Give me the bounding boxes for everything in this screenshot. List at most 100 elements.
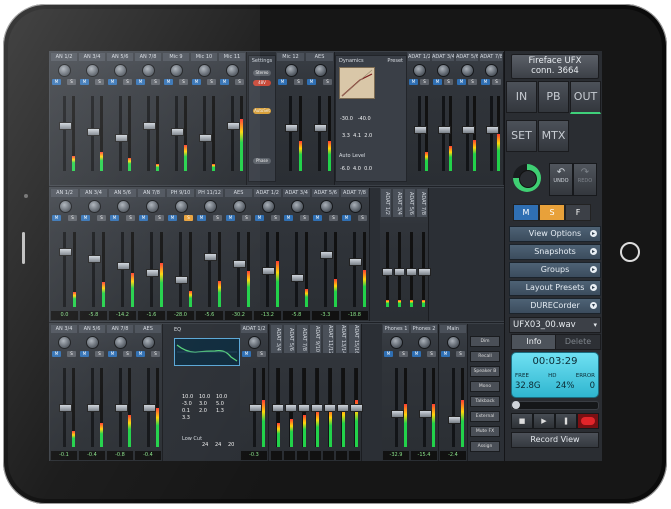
stereo-button[interactable]: Stereo (253, 70, 271, 76)
mute-button[interactable]: M (81, 215, 90, 221)
gain-knob[interactable] (58, 64, 71, 77)
monitor-button[interactable]: External (470, 411, 500, 422)
solo-button[interactable]: S (399, 351, 408, 357)
channel-strip[interactable]: AN 3/4 M S (78, 52, 107, 185)
monitor-button[interactable]: Talkback (470, 396, 500, 407)
solo-button[interactable]: S (155, 215, 164, 221)
position-slider[interactable] (511, 401, 599, 410)
autoset-button[interactable]: AutoSet (253, 108, 271, 114)
fader-handle[interactable] (175, 276, 189, 284)
channel-strip[interactable]: ADAT 7/8 M S (479, 52, 504, 185)
fader-handle[interactable] (438, 126, 452, 134)
gain-knob[interactable] (261, 200, 275, 213)
solo-button[interactable]: S (420, 79, 429, 85)
channel-strip[interactable]: AN 5/6 M S (106, 52, 135, 185)
tab-info[interactable]: Info (511, 334, 557, 350)
channel-strip[interactable]: AN 3/4 M S -5.8 (79, 188, 109, 321)
mode-fader[interactable]: F (565, 204, 591, 221)
gain-knob[interactable] (232, 200, 246, 213)
channel-strip[interactable]: AES M S (305, 52, 335, 185)
solo-button[interactable]: S (271, 215, 280, 221)
channel-strip[interactable]: AES M S -30.2 (224, 188, 254, 321)
tile-out[interactable]: OUT (570, 81, 601, 114)
fader-handle[interactable] (417, 268, 431, 276)
monitor-button[interactable]: Assign (470, 441, 500, 452)
fader-handle[interactable] (114, 134, 128, 142)
gain-knob[interactable] (284, 64, 298, 77)
solo-button[interactable]: S (456, 351, 465, 357)
solo-button[interactable]: S (235, 79, 244, 85)
fader-handle[interactable] (320, 251, 334, 259)
fader-handle[interactable] (117, 262, 131, 270)
mute-button[interactable]: M (412, 351, 421, 357)
tile-mtx[interactable]: MTX (538, 120, 569, 152)
mute-button[interactable]: M (197, 215, 206, 221)
solo-button[interactable]: S (427, 351, 436, 357)
channel-strip[interactable]: ADAT 3/4 (270, 324, 285, 461)
tile-set[interactable]: SET (506, 120, 537, 152)
solo-button[interactable]: S (95, 351, 104, 357)
solo-button[interactable]: S (329, 215, 338, 221)
gain-knob[interactable] (461, 64, 474, 77)
gain-knob[interactable] (116, 200, 130, 213)
mute-button[interactable]: M (307, 79, 316, 85)
channel-strip[interactable]: ADAT 7/8 (296, 324, 311, 461)
gain-knob[interactable] (58, 336, 71, 349)
channel-strip[interactable]: Main M S -2.4 (439, 324, 468, 461)
channel-strip[interactable]: AN 5/6 M S -0.4 (78, 324, 107, 461)
fader-handle[interactable] (349, 258, 363, 266)
solo-button[interactable]: S (242, 215, 251, 221)
channel-strip[interactable]: ADAT 7/8 M S -18.8 (340, 188, 370, 321)
solo-button[interactable]: S (67, 79, 76, 85)
channel-strip[interactable]: AN 7/8 M S -1.6 (137, 188, 167, 321)
gain-knob[interactable] (413, 64, 426, 77)
channel-strip[interactable]: Mic 12 M S (276, 52, 306, 185)
position-thumb[interactable] (512, 401, 520, 409)
mute-button[interactable]: M (384, 351, 393, 357)
mute-button[interactable]: M (313, 215, 322, 221)
fader-handle[interactable] (58, 122, 72, 130)
channel-strip[interactable]: PH 11/12 M S -5.6 (195, 188, 225, 321)
solo-button[interactable]: S (123, 351, 132, 357)
gain-knob[interactable] (198, 64, 211, 77)
fader-handle[interactable] (447, 416, 461, 424)
gain-knob[interactable] (142, 64, 155, 77)
gain-knob[interactable] (58, 200, 72, 213)
channel-strip[interactable]: ADAT 5/6 M S -3.3 (311, 188, 341, 321)
fader-handle[interactable] (142, 122, 156, 130)
mute-button[interactable]: M (441, 351, 450, 357)
menu-snapshots[interactable]: Snapshots ▸ (509, 244, 601, 260)
fader-handle[interactable] (226, 122, 240, 130)
mute-button[interactable]: M (255, 215, 264, 221)
solo-button[interactable]: S (123, 79, 132, 85)
mode-solo[interactable]: S (539, 204, 565, 221)
gain-knob[interactable] (86, 64, 99, 77)
mute-button[interactable]: M (80, 351, 89, 357)
fader-handle[interactable] (142, 404, 156, 412)
gain-knob[interactable] (485, 64, 498, 77)
solo-button[interactable]: S (151, 351, 160, 357)
fader-handle[interactable] (314, 124, 328, 132)
channel-strip[interactable]: Phones 2 M S -15.4 (410, 324, 439, 461)
solo-button[interactable]: S (151, 79, 160, 85)
channel-strip[interactable]: ADAT 13/14 (335, 324, 350, 461)
fader-handle[interactable] (86, 128, 100, 136)
channel-strip[interactable]: ADAT 5/6 (283, 324, 298, 461)
solo-button[interactable]: S (257, 351, 266, 357)
gain-knob[interactable] (145, 200, 159, 213)
monitor-button[interactable]: Recall (470, 351, 500, 362)
channel-strip[interactable]: Mic 10 M S (190, 52, 219, 185)
redo-button[interactable]: ↷ REDO (573, 163, 597, 196)
gain-knob[interactable] (348, 200, 362, 213)
channel-strip[interactable]: AN 5/6 M S -14.2 (108, 188, 138, 321)
solo-button[interactable]: S (67, 351, 76, 357)
channel-strip[interactable]: Mic 9 MS (162, 52, 191, 185)
channel-strip[interactable]: ADAT 5/6 M S (455, 52, 480, 185)
solo-button[interactable]: S (207, 79, 216, 85)
channel-strip[interactable]: ADAT 15/16 (348, 324, 363, 461)
menu-groups[interactable]: Groups ▸ (509, 262, 601, 278)
solo-button[interactable]: S (126, 215, 135, 221)
mute-button[interactable]: M (80, 79, 89, 85)
channel-strip[interactable]: AES M S -0.4 (134, 324, 163, 461)
fader-handle[interactable] (291, 274, 305, 282)
